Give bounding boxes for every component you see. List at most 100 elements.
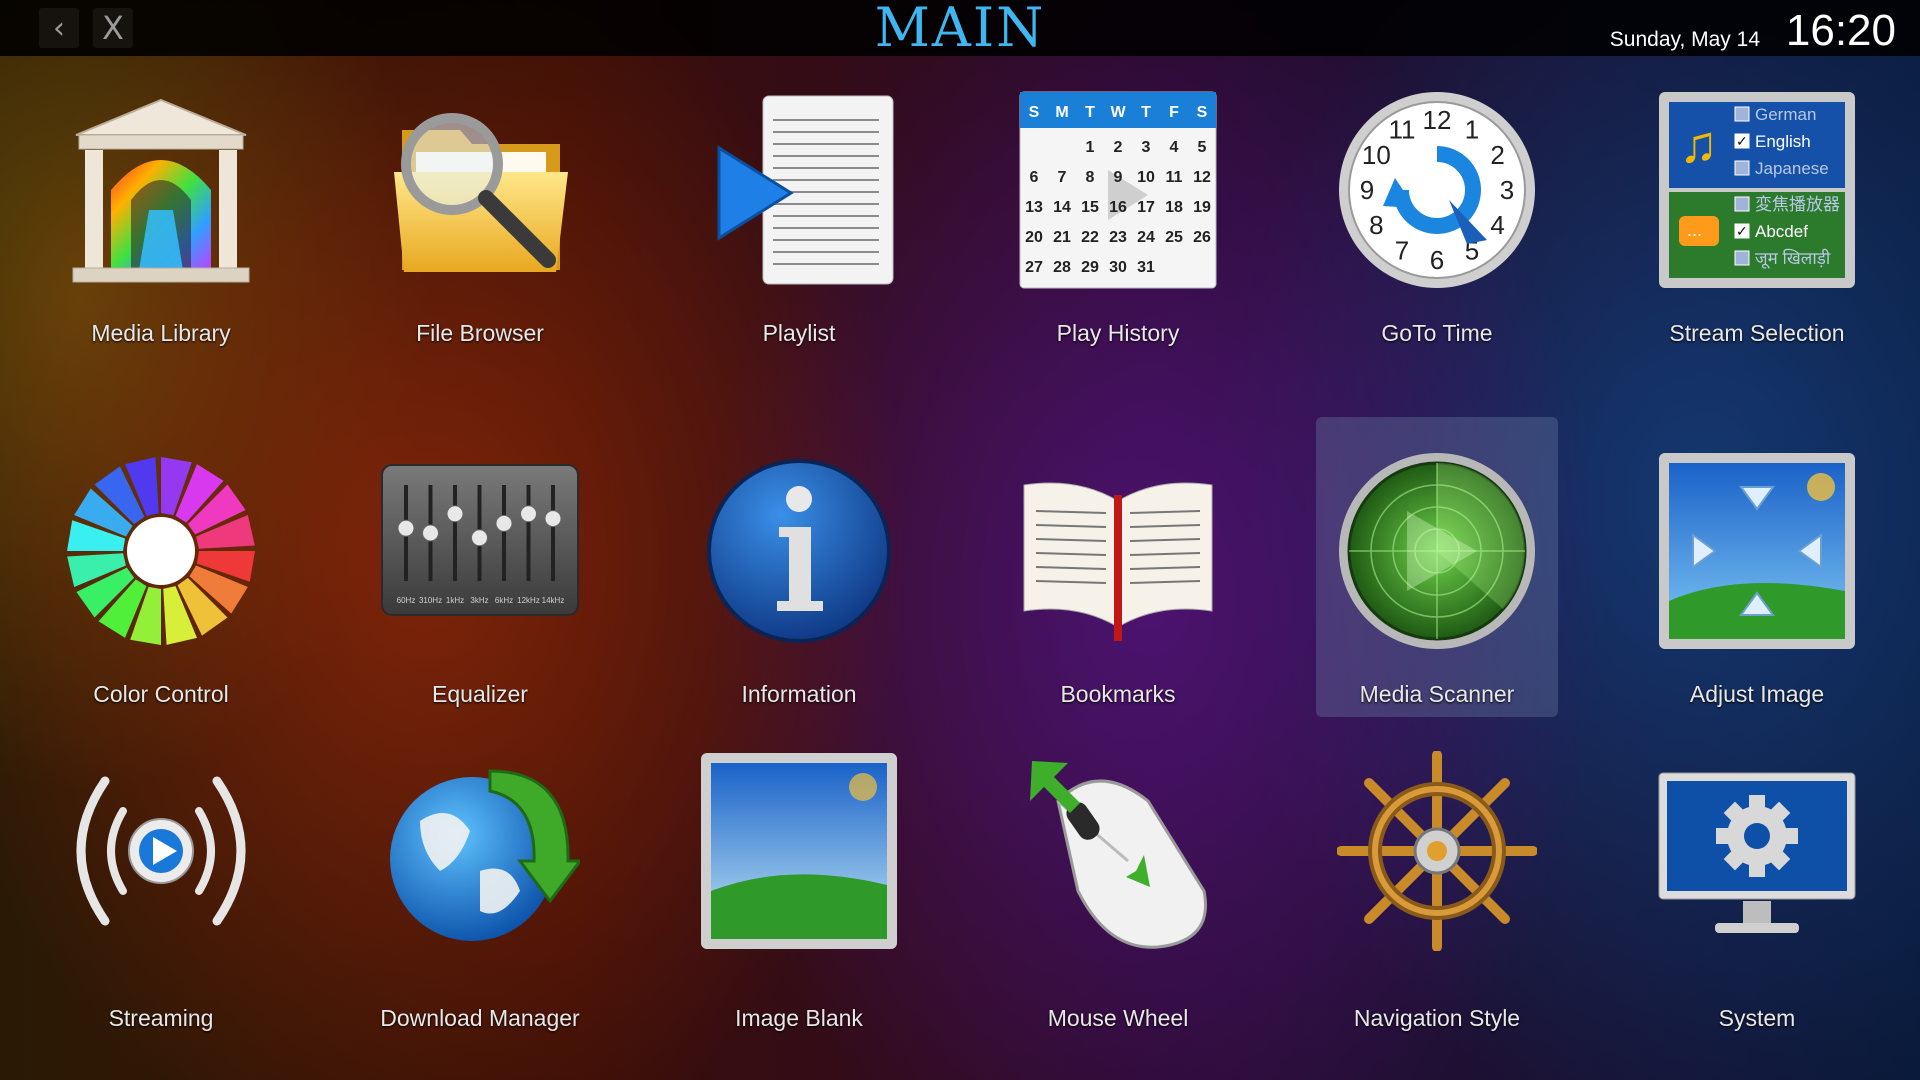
calendar-weekday: F	[1169, 104, 1179, 121]
tile-label: Download Manager	[380, 1005, 580, 1031]
clock-number: 11	[1389, 114, 1416, 144]
tile-streaming[interactable]: Streaming	[40, 761, 282, 1041]
image-blank-icon	[699, 751, 899, 951]
eq-band-label: 12kHz	[517, 596, 540, 605]
clock-number: 7	[1395, 236, 1409, 266]
tile-download-manager[interactable]: Download Manager	[359, 761, 601, 1041]
eq-knob	[397, 519, 415, 537]
stream-option-label: English	[1755, 132, 1811, 151]
calendar-day: 27	[1025, 259, 1043, 276]
info-icon	[699, 451, 899, 651]
eq-knob	[446, 505, 464, 523]
tile-label: System	[1718, 1005, 1796, 1031]
calendar-weekday: M	[1055, 104, 1068, 121]
clock-number: 9	[1360, 175, 1374, 205]
tile-label: Image Blank	[735, 1005, 863, 1031]
tile-file-browser[interactable]: File Browser	[359, 56, 601, 356]
stream-option-label: 変焦播放器	[1755, 195, 1840, 214]
calendar-day: 31	[1137, 259, 1155, 276]
stream-option-label: German	[1755, 105, 1816, 124]
calendar-day: 3	[1142, 139, 1151, 156]
tile-label: Equalizer	[432, 681, 528, 707]
calendar-weekday: W	[1110, 104, 1126, 121]
book-icon	[1018, 451, 1218, 651]
calendar-day: 22	[1081, 229, 1099, 246]
tile-label: Mouse Wheel	[1047, 1005, 1189, 1031]
adjust-image-icon	[1657, 451, 1857, 651]
top-bar: ‹ X MAIN Sunday, May 14 16:20	[0, 0, 1920, 59]
tile-mouse-wheel[interactable]: Mouse Wheel	[997, 761, 1239, 1041]
calendar-weekday: S	[1197, 104, 1208, 121]
date-label: Sunday, May 14	[1609, 28, 1760, 51]
checkbox	[1734, 250, 1750, 266]
temple-icon	[61, 90, 261, 290]
clock-number: 12	[1423, 105, 1452, 135]
tile-media-library[interactable]: Media Library	[40, 56, 282, 356]
tile-adjust-image[interactable]: Adjust Image	[1636, 417, 1878, 717]
tile-play-history[interactable]: S M T W T F S 1 2 3 4 5 6 7 8 9 10 11 12 13 14 15 16 17 18 19 20 21…	[997, 56, 1239, 356]
calendar-day: 29	[1081, 259, 1099, 276]
calendar-day: 9	[1114, 169, 1123, 186]
clock-number: 8	[1369, 210, 1383, 240]
tile-color-control[interactable]: Color Control	[40, 417, 282, 717]
calendar-day: 8	[1086, 169, 1095, 186]
clock-number: 1	[1465, 114, 1479, 144]
tile-label: Adjust Image	[1689, 681, 1825, 707]
svg-text:...: ...	[1687, 220, 1702, 240]
calendar-day: 16	[1109, 199, 1127, 216]
calendar-day: 1	[1086, 139, 1095, 156]
menu-grid: Media Library File Browser Playlist S M …	[0, 56, 1920, 1080]
calendar-icon: S M T W T F S 1 2 3 4 5 6 7 8 9 10 11 12 13 14 15 16 17 18 19 20 21…	[1018, 90, 1218, 290]
calendar-day: 17	[1137, 199, 1155, 216]
calendar-day: 26	[1193, 229, 1211, 246]
folder-magnifier-icon	[380, 90, 580, 290]
tile-playlist[interactable]: Playlist	[678, 56, 920, 356]
checkbox	[1734, 160, 1750, 176]
calendar-day: 30	[1109, 259, 1127, 276]
checkbox	[1734, 196, 1750, 212]
eq-knob	[422, 524, 439, 542]
tile-label: Color Control	[93, 681, 229, 707]
clock-number: 2	[1490, 140, 1504, 170]
checkmark: ✓	[1736, 133, 1748, 149]
calendar-day: 12	[1193, 169, 1211, 186]
stream-option-label: Abcdef	[1755, 222, 1808, 241]
checkmark: ✓	[1736, 223, 1748, 239]
tile-goto-time[interactable]: 12 1 2 3 4 5 6 7 8 9 10 11 GoTo Time	[1316, 56, 1558, 356]
tile-information[interactable]: Information	[678, 417, 920, 717]
tile-bookmarks[interactable]: Bookmarks	[997, 417, 1239, 717]
ship-wheel-icon	[1336, 750, 1538, 952]
eq-knob	[544, 510, 562, 528]
calendar-day: 13	[1025, 199, 1043, 216]
tile-navigation-style[interactable]: Navigation Style	[1316, 750, 1558, 1041]
eq-band-label: 60Hz	[397, 596, 416, 605]
clock-icon: 12 1 2 3 4 5 6 7 8 9 10 11	[1337, 90, 1537, 290]
tile-label: Bookmarks	[1060, 681, 1176, 707]
eq-knob	[471, 529, 488, 547]
eq-band-label: 3kHz	[470, 596, 488, 605]
equalizer-icon: 60Hz 310Hz 1kHz 3kHz 6kHz 12kHz 14kHz	[380, 451, 580, 651]
calendar-day: 15	[1081, 199, 1099, 216]
clock-time: 16:20	[1785, 6, 1896, 55]
radar-icon	[1337, 451, 1537, 651]
tile-system[interactable]: System	[1636, 761, 1878, 1041]
playlist-icon	[699, 90, 899, 290]
tile-image-blank[interactable]: Image Blank	[678, 753, 920, 1041]
calendar-day: 5	[1198, 139, 1207, 156]
eq-knob	[520, 505, 537, 523]
checkbox	[1734, 106, 1750, 122]
tile-equalizer[interactable]: 60Hz 310Hz 1kHz 3kHz 6kHz 12kHz 14kHz Equalize…	[359, 417, 601, 717]
tile-label: Streaming	[108, 1005, 214, 1031]
calendar-weekday: T	[1085, 104, 1095, 121]
calendar-weekday: S	[1029, 104, 1040, 121]
calendar-day: 21	[1053, 229, 1071, 246]
tile-label: GoTo Time	[1381, 320, 1493, 346]
tile-stream-selection[interactable]: ♫ ... German ✓ English Japanese 変焦播放器 ✓ Abcdef…	[1636, 56, 1878, 356]
clock-number: 3	[1500, 175, 1514, 205]
clock-number: 6	[1430, 245, 1444, 275]
color-wheel-icon	[61, 451, 261, 651]
eq-band-label: 1kHz	[446, 596, 464, 605]
calendar-day: 10	[1137, 169, 1155, 186]
tile-media-scanner[interactable]: Media Scanner	[1316, 417, 1558, 717]
calendar-day: 4	[1170, 139, 1179, 156]
